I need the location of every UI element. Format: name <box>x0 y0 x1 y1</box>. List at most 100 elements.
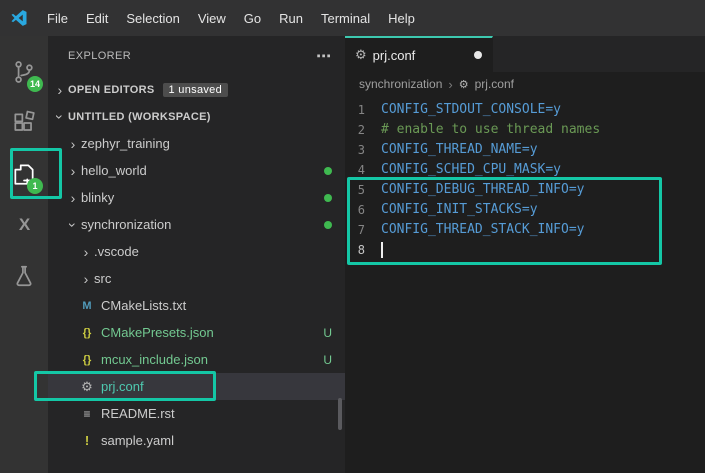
activity-badge: 1 <box>27 178 43 194</box>
active-project-dot <box>324 166 332 175</box>
menu-item-file[interactable]: File <box>38 11 77 26</box>
git-status-badge: U <box>323 352 332 367</box>
chevron-right-icon: › <box>83 243 89 260</box>
editor: ⚙ prj.conf synchronization › ⚙ prj.conf … <box>345 36 705 473</box>
file-CMakePresets.json[interactable]: {} CMakePresets.json U <box>48 319 345 346</box>
code-line-2[interactable]: 2 # enable to use thread names <box>345 120 705 140</box>
code-text: CONFIG_THREAD_NAME=y <box>381 142 538 157</box>
code-line-5[interactable]: 5 CONFIG_DEBUG_THREAD_INFO=y <box>345 180 705 200</box>
tab-prj-conf[interactable]: ⚙ prj.conf <box>345 36 493 72</box>
sidebar-scrollbar[interactable] <box>338 398 342 430</box>
tab-bar: ⚙ prj.conf <box>345 36 705 72</box>
workspace-label: UNTITLED (WORKSPACE) <box>68 110 211 123</box>
file-README.rst[interactable]: ≡ README.rst <box>48 400 345 427</box>
tree-item-label: prj.conf <box>101 379 144 394</box>
folder-synchronization[interactable]: › synchronization <box>48 211 345 238</box>
file-prj.conf[interactable]: ⚙ prj.conf <box>48 373 345 400</box>
folder-.vscode[interactable]: › .vscode <box>48 238 345 265</box>
modified-dot-icon[interactable] <box>474 51 482 59</box>
file-CMakeLists.txt[interactable]: M CMakeLists.txt <box>48 292 345 319</box>
file-sample.yaml[interactable]: ! sample.yaml <box>48 427 345 454</box>
menu-item-terminal[interactable]: Terminal <box>312 11 379 26</box>
active-project-dot <box>324 193 332 202</box>
code-text: # enable to use thread names <box>381 122 601 137</box>
gear-icon: ⚙ <box>458 78 469 91</box>
yaml-icon: ! <box>84 433 90 448</box>
code-line-4[interactable]: 4 CONFIG_SCHED_CPU_MASK=y <box>345 160 705 180</box>
activity-badge: 14 <box>27 76 43 92</box>
menu-item-go[interactable]: Go <box>235 11 270 26</box>
menu-item-view[interactable]: View <box>189 11 235 26</box>
code-line-8[interactable]: 8 <box>345 240 705 260</box>
tree-item-label: hello_world <box>81 163 147 178</box>
code-line-7[interactable]: 7 CONFIG_THREAD_STACK_INFO=y <box>345 220 705 240</box>
line-number: 7 <box>357 223 365 237</box>
gear-icon: ⚙ <box>355 47 367 62</box>
folder-src[interactable]: › src <box>48 265 345 292</box>
tree-item-label: src <box>94 271 112 286</box>
open-editors-label: OPEN EDITORS <box>68 83 155 96</box>
chevron-right-icon: › <box>70 135 76 152</box>
tree-item-label: sample.yaml <box>101 433 174 448</box>
menu-bar: File Edit Selection View Go Run Terminal Help <box>38 11 424 26</box>
git-status-badge: U <box>323 325 332 340</box>
menu-item-selection[interactable]: Selection <box>117 11 188 26</box>
activity-x-extension-icon[interactable]: X <box>0 199 48 250</box>
code-line-6[interactable]: 6 CONFIG_INIT_STACKS=y <box>345 200 705 220</box>
chevron-right-icon: › <box>448 76 453 92</box>
tree-item-label: synchronization <box>81 217 172 232</box>
tree-item-label: CMakeLists.txt <box>101 298 187 313</box>
file-mcux_include.json[interactable]: {} mcux_include.json U <box>48 346 345 373</box>
file-tree: › zephyr_training › hello_world › blinky › sync… <box>48 130 345 454</box>
more-actions-icon[interactable]: ⋯ <box>316 47 331 65</box>
chevron-down-icon: › <box>52 114 68 119</box>
line-number: 3 <box>357 143 365 157</box>
tree-item-label: README.rst <box>101 406 175 421</box>
code-text: CONFIG_INIT_STACKS=y <box>381 202 538 217</box>
title-bar: File Edit Selection View Go Run Terminal Help <box>0 0 705 36</box>
line-number: 5 <box>357 183 365 197</box>
sidebar-title: EXPLORER <box>68 50 132 62</box>
folder-blinky[interactable]: › blinky <box>48 184 345 211</box>
menu-item-edit[interactable]: Edit <box>77 11 117 26</box>
tree-item-label: zephyr_training <box>81 136 170 151</box>
gear-icon: ⚙ <box>81 378 93 394</box>
explorer-header: EXPLORER ⋯ <box>48 36 345 76</box>
tree-item-label: CMakePresets.json <box>101 325 214 340</box>
code-text: CONFIG_STDOUT_CONSOLE=y <box>381 102 562 117</box>
code-text: CONFIG_SCHED_CPU_MASK=y <box>381 162 562 177</box>
code-line-3[interactable]: 3 CONFIG_THREAD_NAME=y <box>345 140 705 160</box>
tree-item-label: mcux_include.json <box>101 352 208 367</box>
chevron-down-icon: › <box>65 222 81 227</box>
menu-item-run[interactable]: Run <box>270 11 312 26</box>
file-icon: ≡ <box>83 406 91 421</box>
activity-source-control-icon[interactable]: 14 <box>0 46 48 97</box>
line-number: 1 <box>357 103 365 117</box>
activity-files-icon[interactable]: 1 <box>0 148 48 199</box>
code-line-1[interactable]: 1 CONFIG_STDOUT_CONSOLE=y <box>345 100 705 120</box>
unsaved-badge: 1 unsaved <box>162 82 228 97</box>
folder-zephyr_training[interactable]: › zephyr_training <box>48 130 345 157</box>
line-number: 8 <box>357 243 365 257</box>
code-text: CONFIG_THREAD_STACK_INFO=y <box>381 222 585 237</box>
vscode-window: File Edit Selection View Go Run Terminal Help 1… <box>0 0 705 473</box>
vscode-logo-icon <box>0 8 38 28</box>
active-project-dot <box>324 220 332 229</box>
line-number: 6 <box>357 203 365 217</box>
tree-item-label: blinky <box>81 190 115 205</box>
chevron-right-icon: › <box>70 162 76 179</box>
line-number: 2 <box>357 123 365 137</box>
cmake-icon: M <box>82 299 92 312</box>
menu-item-help[interactable]: Help <box>379 11 424 26</box>
chevron-right-icon: › <box>83 270 89 287</box>
folder-hello_world[interactable]: › hello_world <box>48 157 345 184</box>
code-area: 1 CONFIG_STDOUT_CONSOLE=y 2 # enable to use… <box>345 96 705 260</box>
open-editors-section[interactable]: › OPEN EDITORS 1 unsaved <box>48 76 345 103</box>
activity-flask-icon[interactable] <box>0 250 48 301</box>
activity-extensions-icon[interactable] <box>0 97 48 148</box>
workspace-section[interactable]: › UNTITLED (WORKSPACE) <box>48 103 345 130</box>
breadcrumb-file[interactable]: prj.conf <box>475 77 514 91</box>
code-text: CONFIG_DEBUG_THREAD_INFO=y <box>381 182 585 197</box>
activity-bar: 14 1 X <box>0 36 48 473</box>
breadcrumb-folder[interactable]: synchronization <box>359 77 442 91</box>
